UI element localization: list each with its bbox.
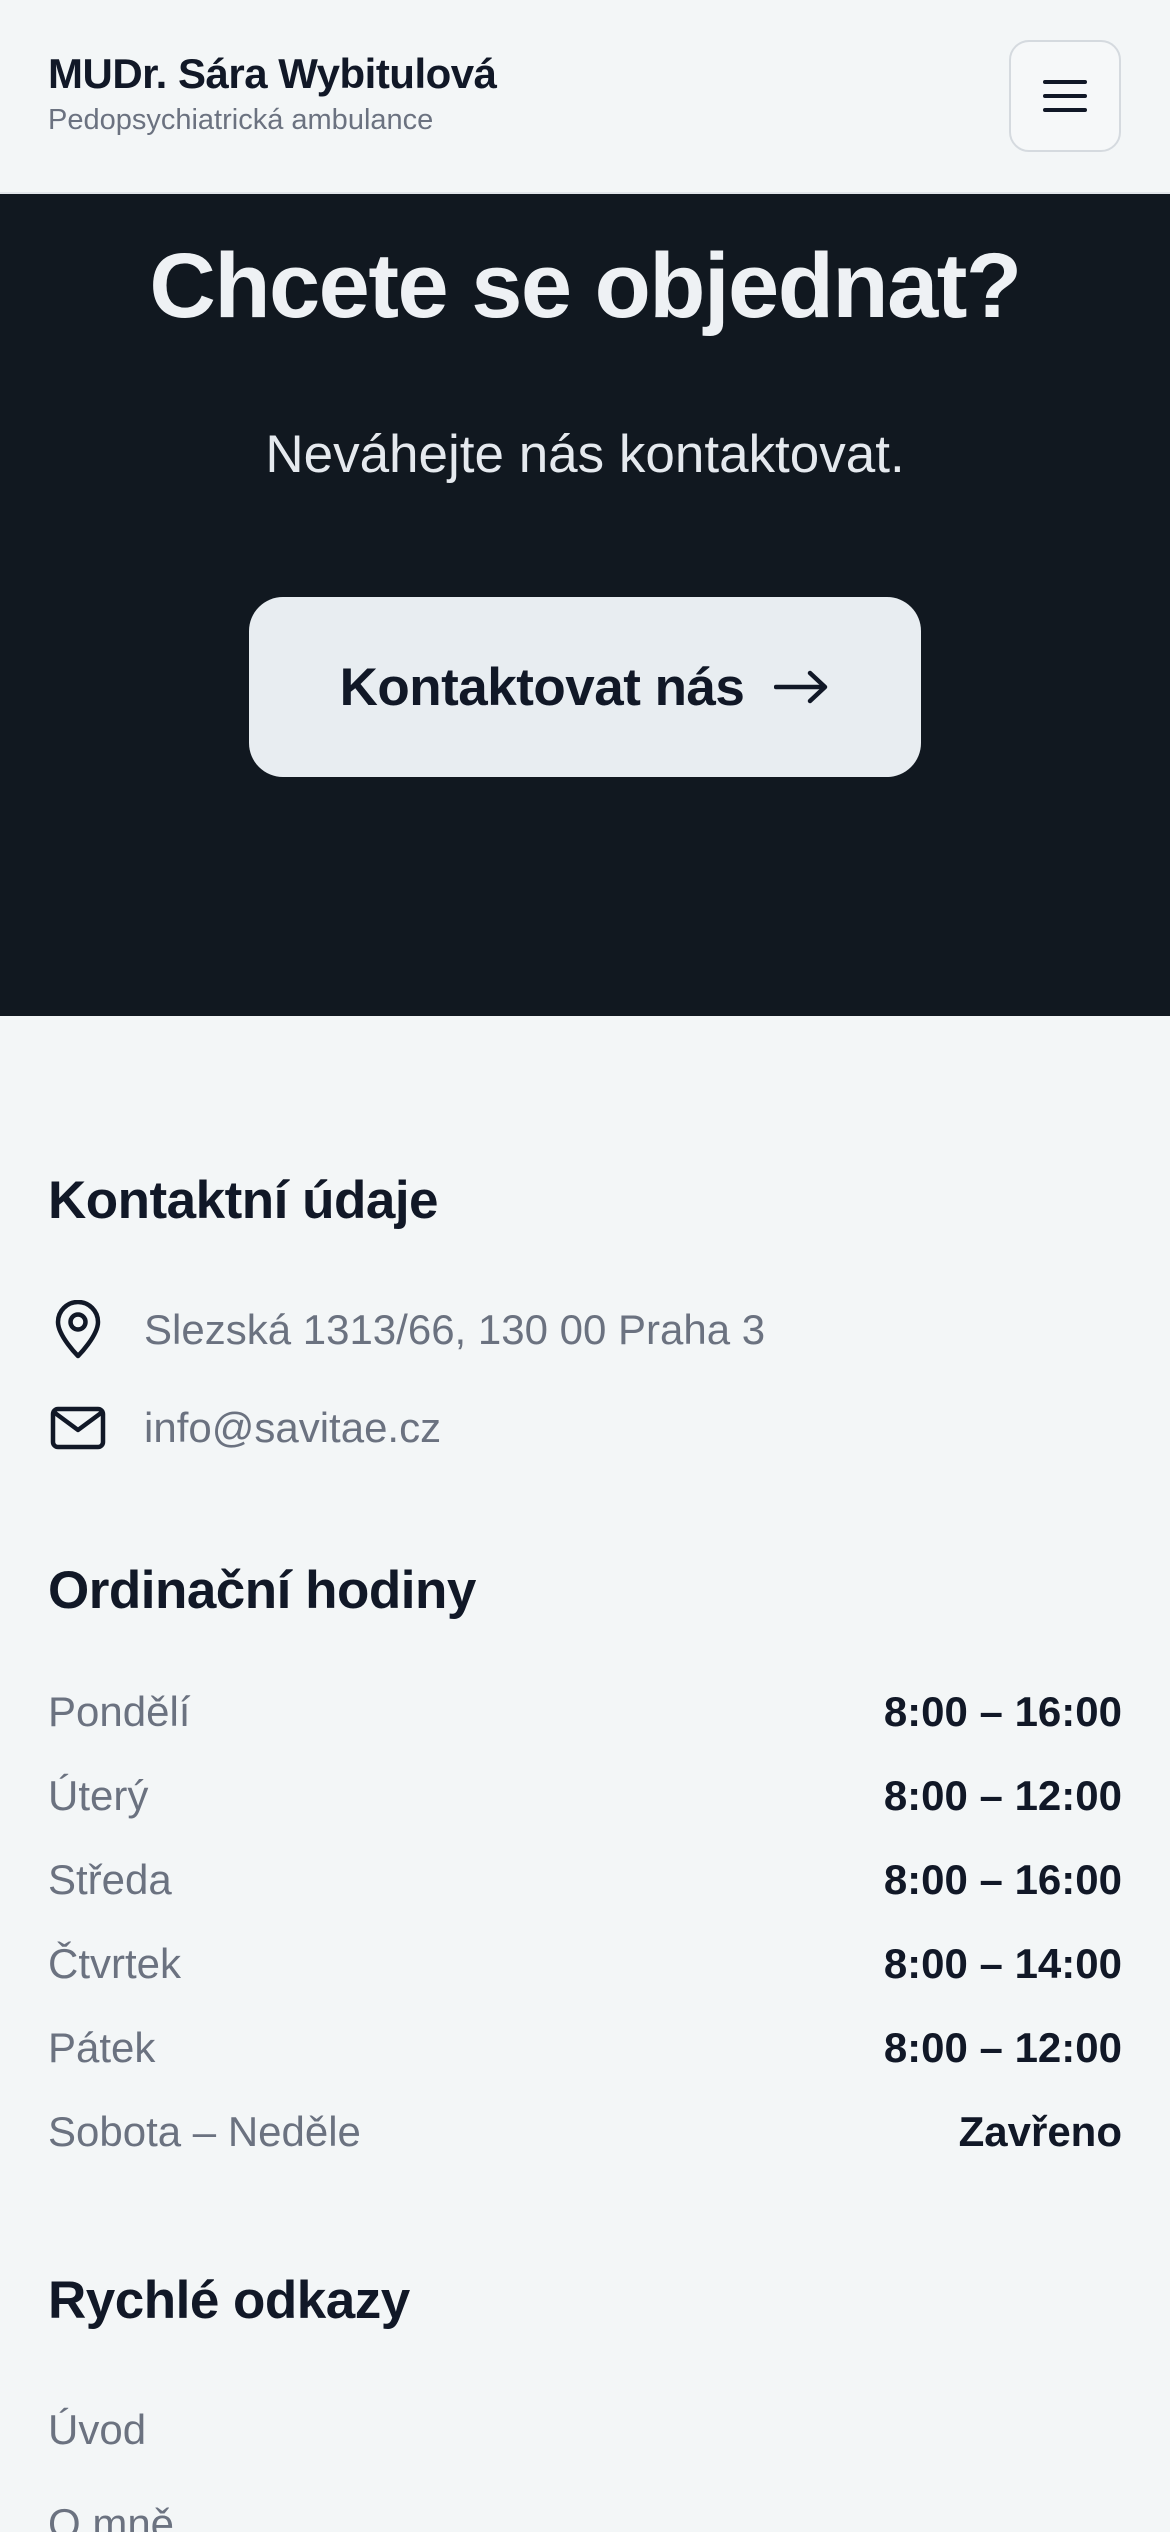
hours-section-title: Ordinační hodiny: [48, 1561, 476, 1620]
link-o-mne[interactable]: O mně: [48, 2500, 174, 2532]
site-subtitle: Pedopsychiatrická ambulance: [48, 104, 434, 136]
hero-title: Chcete se objednat?: [149, 235, 1022, 337]
hours-time: Zavřeno: [958, 2108, 1122, 2155]
hours-day: Sobota – Neděle: [48, 2108, 361, 2155]
hours-time: 8:00 – 14:00: [883, 1940, 1122, 1987]
address-text: Slezská 1313/66, 130 00 Praha 3: [144, 1306, 766, 1353]
hours-row: Pondělí 8:00 – 16:00: [48, 1688, 1122, 1736]
menu-button[interactable]: [1009, 40, 1121, 152]
hours-row: Pátek 8:00 – 12:00: [48, 2024, 1122, 2072]
contact-section-title: Kontaktní údaje: [48, 1171, 439, 1230]
link-uvod[interactable]: Úvod: [48, 2406, 146, 2454]
map-pin-icon: [48, 1300, 108, 1360]
hours-row: Čtvrtek 8:00 – 14:00: [48, 1940, 1122, 1988]
hero-section: Chcete se objednat? Neváhejte nás kontak…: [0, 194, 1170, 1016]
email-link[interactable]: info@savitae.cz: [144, 1404, 441, 1452]
site-title[interactable]: MUDr. Sára Wybitulová: [48, 50, 497, 98]
hours-time: 8:00 – 12:00: [883, 2024, 1122, 2071]
contact-us-label: Kontaktovat nás: [339, 657, 745, 717]
mail-icon: [48, 1398, 108, 1458]
hours-day: Úterý: [48, 1772, 149, 1819]
hours-time: 8:00 – 16:00: [883, 1688, 1122, 1735]
arrow-right-icon: [774, 670, 828, 704]
hours-time: 8:00 – 12:00: [883, 1772, 1122, 1819]
site-header: MUDr. Sára Wybitulová Pedopsychiatrická …: [0, 0, 1170, 194]
hours-day: Pátek: [48, 2024, 156, 2071]
hours-row: Středa 8:00 – 16:00: [48, 1856, 1122, 1904]
address-row: Slezská 1313/66, 130 00 Praha 3: [48, 1300, 765, 1360]
hours-day: Čtvrtek: [48, 1940, 182, 1987]
hero-subtitle: Neváhejte nás kontaktovat.: [265, 425, 905, 484]
hours-row: Úterý 8:00 – 12:00: [48, 1772, 1122, 1820]
contact-us-button[interactable]: Kontaktovat nás: [249, 597, 921, 777]
hours-time: 8:00 – 16:00: [883, 1856, 1122, 1903]
hours-day: Pondělí: [48, 1688, 191, 1735]
hours-row: Sobota – Neděle Zavřeno: [48, 2108, 1122, 2156]
email-row[interactable]: info@savitae.cz: [48, 1398, 441, 1458]
hamburger-icon: [1043, 80, 1087, 112]
hours-day: Středa: [48, 1856, 172, 1903]
quick-links-title: Rychlé odkazy: [48, 2271, 410, 2330]
